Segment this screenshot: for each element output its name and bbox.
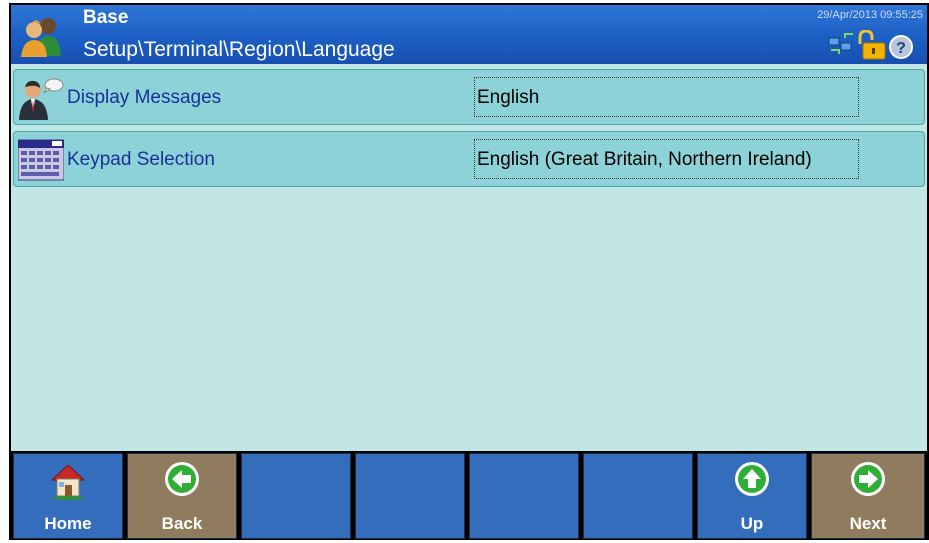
softkey-4[interactable] <box>355 453 465 539</box>
datetime-display: 29/Apr/2013 09:55:25 <box>817 9 923 21</box>
home-button[interactable]: Home <box>13 453 123 539</box>
setting-label: Keypad Selection <box>67 149 215 170</box>
home-icon <box>50 464 86 500</box>
softkey-3[interactable] <box>241 453 351 539</box>
next-button[interactable]: Next <box>811 453 925 539</box>
person-speaking-icon <box>19 78 64 120</box>
next-button-label: Next <box>849 514 887 533</box>
keypad-icon <box>18 139 64 181</box>
softkey-6[interactable] <box>583 453 693 539</box>
status-icons: ? <box>828 30 913 60</box>
back-button[interactable]: Back <box>127 453 237 539</box>
setting-row-keypad-selection[interactable]: Keypad Selection English (Great Britain,… <box>13 131 925 187</box>
up-button-label: Up <box>740 514 764 533</box>
content-area: Display Messages English Keypad Selectio… <box>11 64 927 451</box>
arrow-left-icon <box>165 462 199 496</box>
header-bar: Base Setup\Terminal\Region\Language 29/A… <box>11 5 927 64</box>
home-button-label: Home <box>44 514 92 533</box>
breadcrumb: Setup\Terminal\Region\Language <box>83 38 395 61</box>
keypad-selection-value-field[interactable]: English (Great Britain, Northern Ireland… <box>474 139 859 179</box>
display-messages-value-field[interactable]: English <box>474 77 859 117</box>
setting-label: Display Messages <box>67 87 222 108</box>
users-icon <box>21 18 61 57</box>
unlocked-padlock-icon <box>858 30 886 60</box>
help-icon[interactable]: ? <box>889 35 913 59</box>
up-button[interactable]: Up <box>697 453 807 539</box>
setting-row-display-messages[interactable]: Display Messages English <box>13 69 925 125</box>
back-button-label: Back <box>161 514 203 533</box>
arrow-up-icon <box>735 462 769 496</box>
softkey-5[interactable] <box>469 453 579 539</box>
arrow-right-icon <box>851 462 885 496</box>
page-title: Base <box>83 7 129 28</box>
network-icon <box>828 33 853 54</box>
svg-text:?: ? <box>896 40 906 57</box>
softkey-bar: Home Back Up Next <box>11 451 927 540</box>
